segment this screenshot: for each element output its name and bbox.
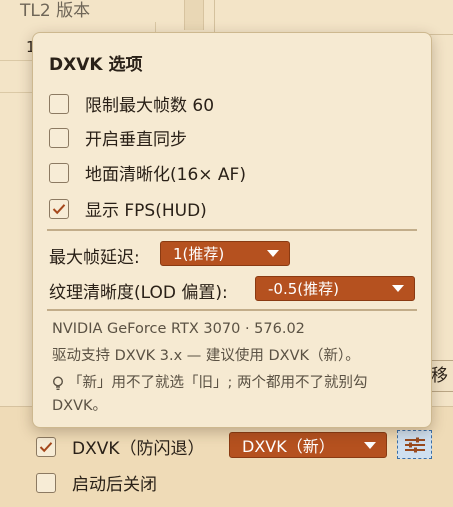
gpu-info: NVIDIA GeForce RTX 3070 · 576.02 xyxy=(52,321,305,337)
option-row-anisotropic[interactable]: 地面清晰化(16× AF) xyxy=(49,160,246,185)
popup-title: DXVK 选项 xyxy=(49,55,143,75)
frame-limit-checkbox[interactable] xyxy=(49,93,69,114)
dxvk-option-row[interactable]: DXVK（防闪退） xyxy=(36,434,205,459)
close-after-launch-checkbox[interactable] xyxy=(36,472,56,493)
vsync-checkbox[interactable] xyxy=(49,127,69,148)
chevron-down-icon xyxy=(392,285,404,292)
tl2-version-heading: TL2 版本 xyxy=(20,1,91,21)
check-icon xyxy=(39,441,53,452)
anisotropic-checkbox[interactable] xyxy=(49,162,69,183)
divider xyxy=(47,229,417,231)
max-frame-latency-value: 1(推荐) xyxy=(173,245,225,263)
check-icon xyxy=(52,203,66,214)
divider xyxy=(47,309,417,311)
max-frame-latency-label: 最大帧延迟: xyxy=(49,248,140,268)
fps-hud-checkbox[interactable] xyxy=(49,198,69,219)
max-frame-latency-select[interactable]: 1(推荐) xyxy=(160,241,290,266)
option-label: 地面清晰化(16× AF) xyxy=(85,165,246,185)
lod-bias-select[interactable]: -0.5(推荐) xyxy=(255,276,415,301)
chevron-down-icon xyxy=(364,441,376,449)
lightbulb-icon xyxy=(52,375,64,390)
right-panel xyxy=(214,0,453,35)
option-label: 开启垂直同步 xyxy=(85,130,187,150)
dxvk-options-popup: DXVK 选项 限制最大帧数 60 开启垂直同步 地面清晰化(16× AF) 显… xyxy=(32,32,432,428)
tip-continuation: DXVK。 xyxy=(52,398,108,414)
close-after-launch-label: 启动后关闭 xyxy=(72,475,157,495)
lod-bias-value: -0.5(推荐) xyxy=(268,280,339,298)
lod-bias-label: 纹理清晰度(LOD 偏置): xyxy=(49,283,228,303)
tip-line: 「新」用不了就选「旧」; 两个都用不了就别勾 xyxy=(52,371,368,392)
tip-text: 「新」用不了就选「旧」; 两个都用不了就别勾 xyxy=(68,375,368,391)
sliders-icon xyxy=(404,437,425,452)
option-label: 限制最大帧数 60 xyxy=(85,96,215,116)
dxvk-version-select[interactable]: DXVK（新） xyxy=(229,432,387,458)
option-label: 显示 FPS(HUD) xyxy=(85,201,207,221)
driver-note: 驱动支持 DXVK 3.x — 建议使用 DXVK（新）。 xyxy=(52,348,360,364)
option-row-fps-hud[interactable]: 显示 FPS(HUD) xyxy=(49,196,207,221)
close-after-launch-row[interactable]: 启动后关闭 xyxy=(36,470,157,495)
option-row-vsync[interactable]: 开启垂直同步 xyxy=(49,125,187,150)
dxvk-checkbox[interactable] xyxy=(36,436,56,457)
dxvk-version-select-value: DXVK（新） xyxy=(242,437,335,456)
move-button-label: 移 xyxy=(431,366,448,386)
dxvk-checkbox-label: DXVK（防闪退） xyxy=(72,439,205,459)
option-row-frame-limit[interactable]: 限制最大帧数 60 xyxy=(49,91,214,116)
scrollbar[interactable] xyxy=(184,0,204,30)
dxvk-settings-button[interactable] xyxy=(397,430,432,459)
chevron-down-icon xyxy=(267,250,279,257)
